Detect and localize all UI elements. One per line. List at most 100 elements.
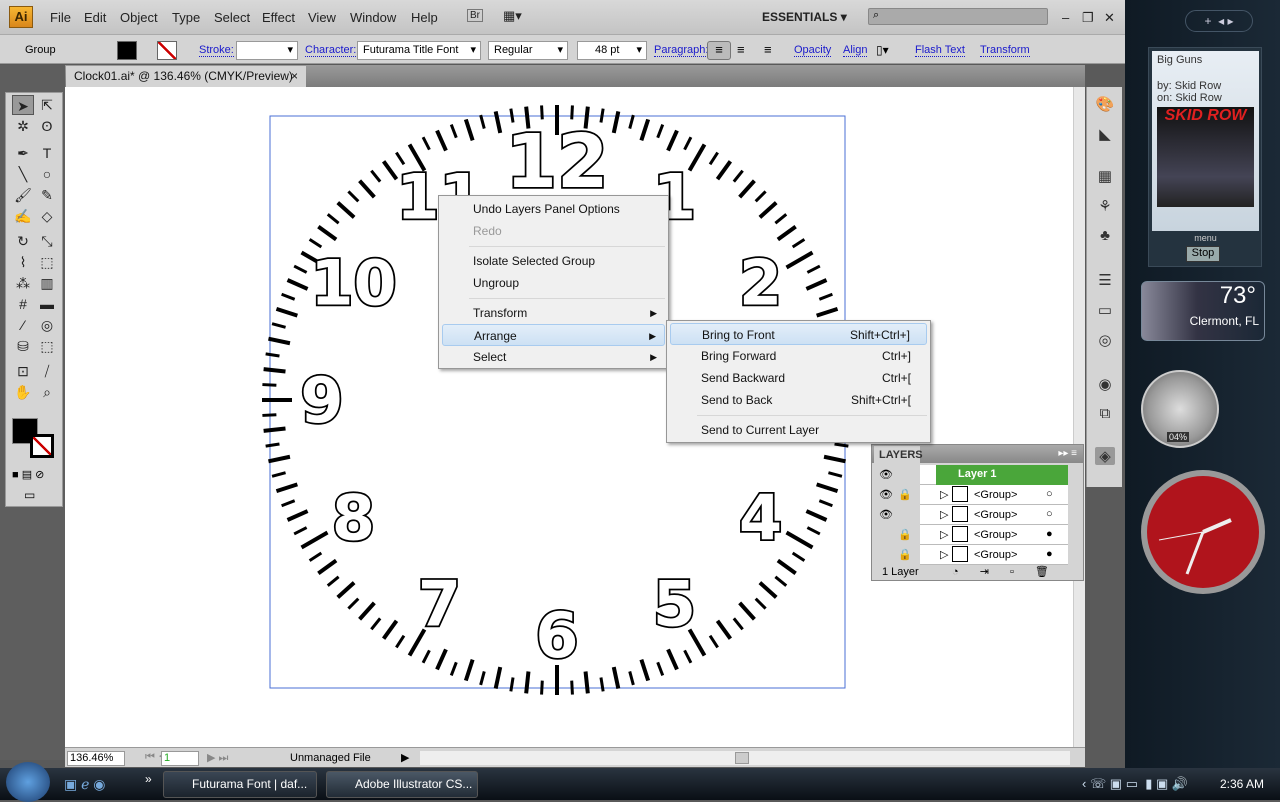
free-transform-tool-icon[interactable]: ⬚ — [36, 252, 58, 272]
ellipse-tool-icon[interactable]: ○ — [36, 164, 58, 184]
menu-item-select[interactable]: Select ▶ — [442, 346, 665, 368]
menu-item-bring-forward[interactable]: Bring Forward Ctrl+] — [670, 345, 927, 367]
menu-select[interactable]: Select — [214, 10, 250, 25]
transform-link[interactable]: Transform — [980, 44, 1030, 57]
paragraph-link[interactable]: Paragraph: — [654, 44, 709, 57]
menu-item-redo[interactable]: Redo — [442, 220, 665, 242]
stroke-icon[interactable]: ☰ — [1095, 271, 1115, 289]
eye-icon[interactable]: 👁 — [879, 488, 893, 501]
lock-icon[interactable]: 🔒 — [898, 488, 912, 501]
menu-item-transform[interactable]: Transform ▶ — [442, 302, 665, 324]
graphic-styles-icon[interactable]: ⧉ — [1095, 405, 1115, 423]
page-nav-next[interactable]: ▶ ⏭ — [207, 751, 228, 765]
pencil-tool-icon[interactable]: ✎ — [36, 185, 58, 205]
layer-row[interactable]: 👁 🔒 ▷ <Group> ○ — [874, 485, 1068, 505]
menu-item-send-to-back[interactable]: Send to Back Shift+Ctrl+[ — [670, 389, 927, 411]
slice-tool-icon[interactable]: ⧸ — [36, 361, 58, 381]
font-size-field[interactable]: 48 pt — [577, 41, 647, 60]
clock-number[interactable]: 2 — [737, 245, 784, 322]
clock-number[interactable]: 10 — [309, 245, 399, 322]
font-family-select[interactable]: Futurama Title Font — [357, 41, 481, 60]
magic-wand-tool-icon[interactable]: ✲ — [12, 116, 34, 136]
expand-icon[interactable]: ▷ — [940, 508, 948, 521]
clock-number[interactable]: 5 — [651, 566, 698, 643]
flash-text-link[interactable]: Flash Text — [915, 44, 965, 57]
swatches-icon[interactable]: ▦ — [1095, 167, 1115, 185]
appearance-icon[interactable]: ◉ — [1095, 375, 1115, 393]
start-button[interactable] — [6, 762, 50, 802]
hand-tool-icon[interactable]: ✋ — [12, 382, 34, 402]
color-guide-icon[interactable]: ◣ — [1095, 125, 1115, 143]
expand-icon[interactable]: ▷ — [940, 488, 948, 501]
zoom-select[interactable]: 136.46% — [67, 751, 125, 766]
menu-type[interactable]: Type — [172, 10, 200, 25]
close-button[interactable]: ✕ — [1104, 10, 1115, 26]
symbol-sprayer-tool-icon[interactable]: ⁂ — [12, 273, 34, 293]
stroke-swatch[interactable] — [157, 41, 177, 60]
graph-tool-icon[interactable]: ▥ — [36, 273, 58, 293]
target-icon[interactable]: ○ — [1046, 488, 1053, 500]
rotate-tool-icon[interactable]: ↻ — [12, 231, 34, 251]
fill-swatch[interactable] — [117, 41, 137, 60]
layers-icon[interactable]: ◈ — [1095, 447, 1115, 465]
screen-mode-icon[interactable]: ▭ — [24, 488, 35, 502]
restore-button[interactable]: ❐ — [1082, 10, 1094, 26]
align-center-button[interactable]: ≡ — [737, 42, 745, 57]
file-status[interactable]: Unmanaged File — [290, 752, 371, 764]
stroke-link[interactable]: Stroke: — [199, 44, 234, 57]
warp-tool-icon[interactable]: ⌇ — [12, 252, 34, 272]
menu-object[interactable]: Object — [120, 10, 158, 25]
selection-tool-icon[interactable]: ➤ — [12, 95, 34, 115]
menu-edit[interactable]: Edit — [84, 10, 106, 25]
eye-icon[interactable]: 👁 — [879, 508, 893, 521]
blend-tool-icon[interactable]: ◎ — [36, 315, 58, 335]
search-input[interactable]: ⌕ — [868, 8, 1048, 25]
scale-tool-icon[interactable]: ⤡ — [36, 231, 58, 251]
media-menu[interactable]: menu — [1152, 233, 1259, 243]
menu-item-undo-layers-panel-options[interactable]: Undo Layers Panel Options — [442, 198, 665, 220]
live-paint-tool-icon[interactable]: ⛁ — [12, 336, 34, 356]
direct-selection-tool-icon[interactable]: ⇱ — [36, 95, 58, 115]
gradient-tool-icon[interactable]: ▬ — [36, 294, 58, 314]
layer-row[interactable]: 👁 Layer 1 — [874, 465, 1068, 485]
brushes-icon[interactable]: ⚘ — [1095, 197, 1115, 215]
menu-item-bring-to-front[interactable]: Bring to Front Shift+Ctrl+] — [670, 323, 927, 345]
lock-icon[interactable]: 🔒 — [898, 528, 912, 541]
close-tab-icon[interactable]: × — [291, 69, 298, 83]
gradient-icon[interactable]: ▭ — [1095, 301, 1115, 319]
align-right-button[interactable]: ≡ — [764, 42, 772, 57]
target-icon[interactable]: ● — [1046, 548, 1053, 560]
clock-number[interactable]: 7 — [416, 566, 463, 643]
layer-row[interactable]: 🔒 ▷ <Group> ● — [874, 525, 1068, 545]
arrange-documents-button[interactable]: ▦▾ — [503, 8, 522, 24]
quick-launch-icons[interactable]: ▣ ℯ ◉ — [64, 776, 106, 793]
envelope-icon[interactable]: ▯▾ — [876, 43, 889, 57]
menu-effect[interactable]: Effect — [262, 10, 295, 25]
taskbar-item-firefox[interactable]: Futurama Font | daf... — [163, 771, 317, 798]
menu-view[interactable]: View — [308, 10, 336, 25]
document-tab[interactable]: Clock01.ai* @ 136.46% (CMYK/Preview) × — [66, 66, 306, 87]
page-field[interactable]: 1 — [161, 751, 199, 766]
transparency-icon[interactable]: ◎ — [1095, 331, 1115, 349]
menu-item-isolate-selected-group[interactable]: Isolate Selected Group — [442, 250, 665, 272]
type-tool-icon[interactable]: T — [36, 143, 58, 163]
clock-time[interactable]: 2:36 AM — [1220, 777, 1264, 791]
target-icon[interactable]: ● — [1046, 528, 1053, 540]
horizontal-scrollbar[interactable] — [420, 751, 1070, 765]
menu-item-arrange[interactable]: Arrange ▶ — [442, 324, 665, 346]
expand-icon[interactable]: ▷ — [940, 548, 948, 561]
zoom-tool-icon[interactable]: ⌕ — [36, 382, 58, 402]
menu-item-send-backward[interactable]: Send Backward Ctrl+[ — [670, 367, 927, 389]
stop-button[interactable]: Stop — [1186, 246, 1220, 262]
character-link[interactable]: Character: — [305, 44, 357, 57]
clock-number[interactable]: 12 — [504, 117, 610, 207]
panel-menu-icon[interactable]: ▸▸ ≡ — [1058, 448, 1077, 459]
target-icon[interactable]: ○ — [1046, 508, 1053, 520]
symbols-icon[interactable]: ♣ — [1095, 227, 1115, 245]
color-icon[interactable]: 🎨 — [1095, 95, 1115, 113]
eraser-tool-icon[interactable]: ◇ — [36, 206, 58, 226]
stroke-weight-field[interactable] — [236, 41, 298, 60]
workspace-switcher[interactable]: ESSENTIALS ▾ — [762, 10, 847, 24]
quick-launch-more[interactable]: » — [145, 772, 152, 786]
expand-icon[interactable]: ▷ — [940, 528, 948, 541]
